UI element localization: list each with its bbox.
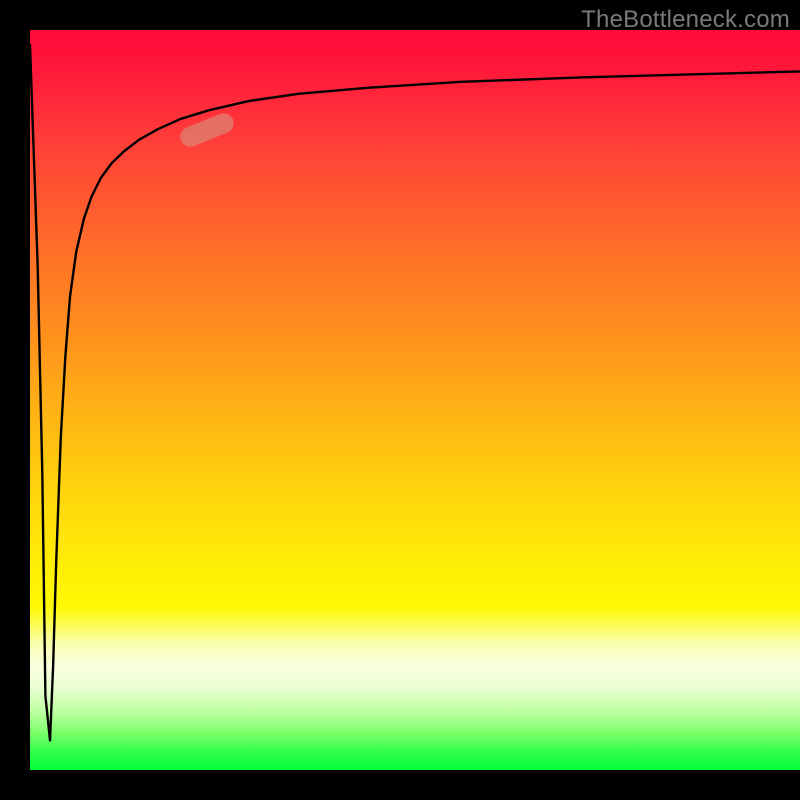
watermark-text: TheBottleneck.com bbox=[581, 6, 790, 34]
curve-layer bbox=[30, 30, 800, 770]
bottleneck-curve bbox=[30, 45, 800, 741]
chart-frame: TheBottleneck.com bbox=[0, 0, 800, 800]
